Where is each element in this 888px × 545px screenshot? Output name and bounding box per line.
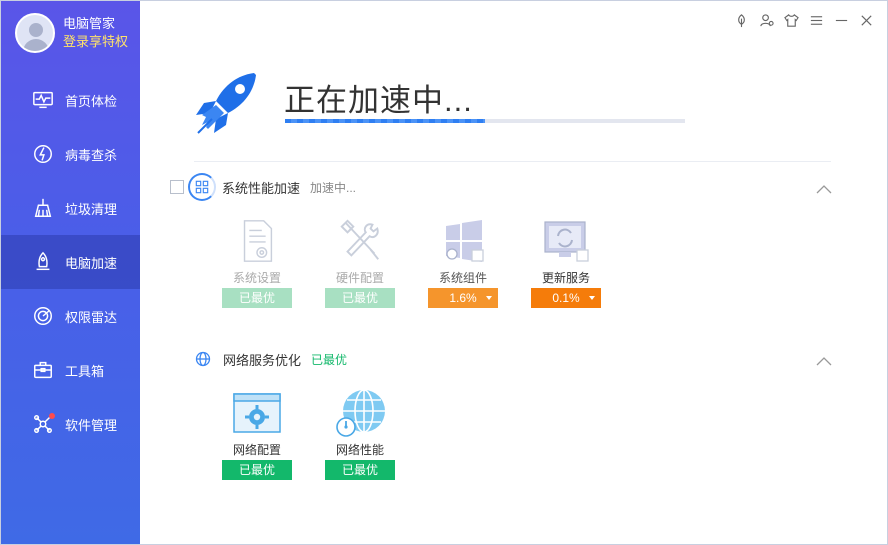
tshirt-icon[interactable]: [782, 11, 800, 29]
user-skin-icon[interactable]: [757, 11, 775, 29]
item-label: 系统组件: [438, 271, 487, 285]
sidebar-item-label: 首页体检: [65, 93, 118, 109]
header-divider: [194, 161, 831, 162]
lightning-shield-icon: [31, 142, 55, 166]
status-title: 正在加速中...: [284, 83, 473, 118]
item-update-service[interactable]: 更新服务 0.1%: [531, 215, 601, 308]
globe-icon: [189, 345, 217, 373]
software-icon: [31, 412, 55, 436]
sidebar-nav: 首页体检 病毒查杀 垃圾清理 电脑加速 权限雷达 工具箱 软件管理: [1, 73, 140, 451]
caret-down-icon: [589, 296, 595, 300]
menu-icon[interactable]: [807, 11, 825, 29]
sidebar-item-permission-radar[interactable]: 权限雷达: [1, 289, 140, 343]
rocket-bell-icon: [31, 250, 55, 274]
tools-icon: [325, 215, 395, 267]
titlebar-controls: [732, 11, 875, 29]
sidebar-item-pc-speedup[interactable]: 电脑加速: [1, 235, 140, 289]
sidebar-item-software-manager[interactable]: 软件管理: [1, 397, 140, 451]
speedup-progress-bar: [285, 119, 685, 123]
chevron-up-icon[interactable]: [815, 182, 833, 194]
section-network-title: 网络服务优化: [223, 352, 302, 368]
section-system-checkbox[interactable]: [170, 180, 184, 194]
item-hardware-config[interactable]: 硬件配置 已最优: [325, 215, 395, 308]
item-label: 更新服务: [541, 271, 590, 285]
item-label: 网络性能: [335, 443, 384, 457]
monitor-pulse-icon: [31, 88, 55, 112]
item-system-settings[interactable]: 系统设置 已最优: [222, 215, 292, 308]
status-badge: 已最优: [222, 460, 292, 480]
monitor-refresh-icon: [531, 215, 601, 267]
browser-gear-icon: [222, 387, 292, 439]
sidebar-item-virus-scan[interactable]: 病毒查杀: [1, 127, 140, 181]
document-gear-icon: [222, 215, 292, 267]
login-link[interactable]: 登录享特权: [63, 32, 128, 52]
avatar[interactable]: [15, 13, 55, 53]
sidebar-item-label: 电脑加速: [65, 255, 118, 271]
sidebar-item-junk-clean[interactable]: 垃圾清理: [1, 181, 140, 235]
globe-gauge-icon: [325, 387, 395, 439]
sidebar: 电脑管家 登录享特权 首页体检 病毒查杀 垃圾清理 电脑加速 权限雷达 工具箱 …: [1, 1, 140, 544]
close-icon[interactable]: [857, 11, 875, 29]
app-window: 电脑管家 登录享特权 首页体检 病毒查杀 垃圾清理 电脑加速 权限雷达 工具箱 …: [0, 0, 888, 545]
minimize-icon[interactable]: [832, 11, 850, 29]
chevron-up-icon[interactable]: [815, 354, 833, 366]
avatar-body: [23, 39, 49, 51]
section-network-header: 网络服务优化 已最优: [189, 345, 347, 373]
item-label: 系统设置: [232, 271, 281, 285]
sidebar-item-label: 软件管理: [65, 417, 118, 433]
status-badge-dropdown[interactable]: 0.1%: [531, 288, 601, 308]
notification-dot: [49, 413, 55, 419]
toolbox-icon: [31, 358, 55, 382]
leaf-icon[interactable]: [732, 11, 750, 29]
item-label: 硬件配置: [335, 271, 384, 285]
sidebar-item-home-check[interactable]: 首页体检: [1, 73, 140, 127]
item-system-components[interactable]: 系统组件 1.6%: [428, 215, 498, 308]
badge-value: 1.6%: [449, 291, 477, 305]
section-system-title: 系统性能加速: [222, 180, 301, 196]
sidebar-item-label: 工具箱: [65, 363, 105, 379]
sidebar-item-label: 病毒查杀: [65, 147, 118, 163]
sidebar-item-label: 垃圾清理: [65, 201, 118, 217]
status-badge: 已最优: [325, 288, 395, 308]
windows-icon: [428, 215, 498, 267]
avatar-head: [29, 23, 43, 37]
progress-fill: [285, 119, 485, 123]
sidebar-item-label: 权限雷达: [65, 309, 118, 325]
profile: 电脑管家 登录享特权: [15, 13, 128, 53]
item-label: 网络配置: [232, 443, 281, 457]
section-network-status: 已最优: [311, 352, 348, 367]
status-badge: 已最优: [222, 288, 292, 308]
section-system-status: 加速中...: [310, 180, 357, 195]
rocket-icon: [194, 71, 258, 137]
status-badge-dropdown[interactable]: 1.6%: [428, 288, 498, 308]
app-name: 电脑管家: [63, 16, 116, 31]
sidebar-item-toolbox[interactable]: 工具箱: [1, 343, 140, 397]
badge-value: 0.1%: [552, 291, 580, 305]
status-badge: 已最优: [325, 460, 395, 480]
item-network-performance[interactable]: 网络性能 已最优: [325, 387, 395, 480]
radar-icon: [31, 304, 55, 328]
item-network-config[interactable]: 网络配置 已最优: [222, 387, 292, 480]
windows-grid-icon: [188, 173, 216, 201]
caret-down-icon: [486, 296, 492, 300]
broom-icon: [31, 196, 55, 220]
profile-text: 电脑管家 登录享特权: [63, 15, 128, 52]
section-system-header: 系统性能加速 加速中...: [170, 173, 356, 201]
